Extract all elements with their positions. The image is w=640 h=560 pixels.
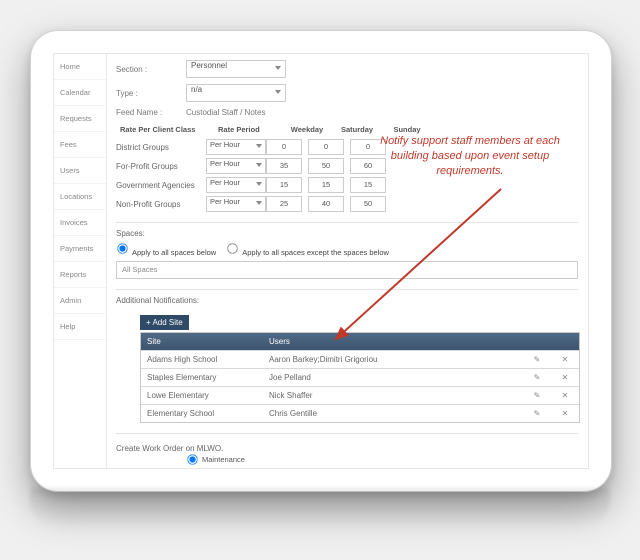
rate-weekday-input[interactable]: 15 [266, 177, 302, 193]
main-panel: Section : Personnel Type : n/a Feed Name… [106, 54, 588, 468]
nav-requests[interactable]: Requests [54, 106, 106, 132]
rate-period-select[interactable]: Per Hour [206, 177, 266, 193]
cell-site: Elementary School [141, 405, 263, 422]
tablet-reflection [30, 488, 610, 528]
edit-icon[interactable]: ✎ [523, 387, 551, 404]
all-spaces-bar[interactable]: All Spaces [116, 261, 578, 279]
delete-icon[interactable]: ✕ [551, 405, 579, 422]
rate-period-select[interactable]: Per Hour [206, 139, 266, 155]
rate-sunday-input[interactable]: 50 [350, 196, 386, 212]
workorder-title: Create Work Order on MLWO. [116, 444, 578, 453]
cell-users: Aaron Barkey;Dimitri Grigoriou [263, 351, 523, 368]
rate-weekday-input[interactable]: 0 [266, 139, 302, 155]
rate-saturday-input[interactable]: 40 [308, 196, 344, 212]
rate-row-label: Non-Profit Groups [116, 200, 206, 209]
section-select[interactable]: Personnel [186, 60, 286, 78]
notif-title: Additional Notifications: [116, 296, 578, 305]
type-select[interactable]: n/a [186, 84, 286, 102]
spaces-opt2[interactable]: Apply to all spaces except the spaces be… [226, 242, 389, 257]
rate-sunday-input[interactable]: 15 [350, 177, 386, 193]
nav-users[interactable]: Users [54, 158, 106, 184]
table-row: Adams High School Aaron Barkey;Dimitri G… [141, 350, 579, 368]
rate-weekday-input[interactable]: 25 [266, 196, 302, 212]
th-users: Users [263, 333, 523, 350]
table-row: Staples Elementary Joe Pelland ✎ ✕ [141, 368, 579, 386]
spaces-title: Spaces: [116, 229, 578, 238]
table-row: Lowe Elementary Nick Shaffer ✎ ✕ [141, 386, 579, 404]
nav-calendar[interactable]: Calendar [54, 80, 106, 106]
nav-fees[interactable]: Fees [54, 132, 106, 158]
nav-invoices[interactable]: Invoices [54, 210, 106, 236]
cell-users: Nick Shaffer [263, 387, 523, 404]
col-period: Rate Period [214, 123, 282, 136]
rate-saturday-input[interactable]: 0 [308, 139, 344, 155]
edit-icon[interactable]: ✎ [523, 405, 551, 422]
nav-payments[interactable]: Payments [54, 236, 106, 262]
delete-icon[interactable]: ✕ [551, 387, 579, 404]
rate-row-label: For-Profit Groups [116, 162, 206, 171]
edit-icon[interactable]: ✎ [523, 369, 551, 386]
rate-title: Rate Per Client Class [116, 123, 214, 136]
th-site: Site [141, 333, 263, 350]
nav-home[interactable]: Home [54, 54, 106, 80]
rate-period-select[interactable]: Per Hour [206, 196, 266, 212]
nav-help[interactable]: Help [54, 314, 106, 340]
add-site-button[interactable]: + Add Site [140, 315, 189, 330]
nav-admin[interactable]: Admin [54, 288, 106, 314]
feedname-value: Custodial Staff / Notes [186, 108, 306, 117]
spaces-opt1[interactable]: Apply to all spaces below [116, 242, 216, 257]
rate-weekday-input[interactable]: 35 [266, 158, 302, 174]
rate-row: Non-Profit Groups Per Hour 25 40 50 [116, 196, 578, 212]
rate-saturday-input[interactable]: 50 [308, 158, 344, 174]
wo-maintenance[interactable]: Maintenance [186, 453, 578, 466]
notif-table: Site Users Adams High School Aaron Barke… [140, 332, 580, 423]
nav-locations[interactable]: Locations [54, 184, 106, 210]
col-weekday: Weekday [282, 123, 332, 136]
tablet-frame: Home Calendar Requests Fees Users Locati… [30, 30, 612, 492]
cell-users: Chris Gentille [263, 405, 523, 422]
app-screen: Home Calendar Requests Fees Users Locati… [53, 53, 589, 469]
rate-row: Government Agencies Per Hour 15 15 15 [116, 177, 578, 193]
cell-site: Adams High School [141, 351, 263, 368]
cell-site: Lowe Elementary [141, 387, 263, 404]
delete-icon[interactable]: ✕ [551, 351, 579, 368]
delete-icon[interactable]: ✕ [551, 369, 579, 386]
sidenav: Home Calendar Requests Fees Users Locati… [54, 54, 107, 468]
annotation-callout: Notify support staff members at each bui… [370, 134, 570, 179]
rate-period-select[interactable]: Per Hour [206, 158, 266, 174]
cell-users: Joe Pelland [263, 369, 523, 386]
rate-row-label: Government Agencies [116, 181, 206, 190]
edit-icon[interactable]: ✎ [523, 351, 551, 368]
cell-site: Staples Elementary [141, 369, 263, 386]
rate-row-label: District Groups [116, 143, 206, 152]
feedname-label: Feed Name : [116, 108, 186, 117]
section-label: Section : [116, 65, 186, 74]
table-row: Elementary School Chris Gentille ✎ ✕ [141, 404, 579, 422]
type-label: Type : [116, 89, 186, 98]
rate-saturday-input[interactable]: 15 [308, 177, 344, 193]
nav-reports[interactable]: Reports [54, 262, 106, 288]
